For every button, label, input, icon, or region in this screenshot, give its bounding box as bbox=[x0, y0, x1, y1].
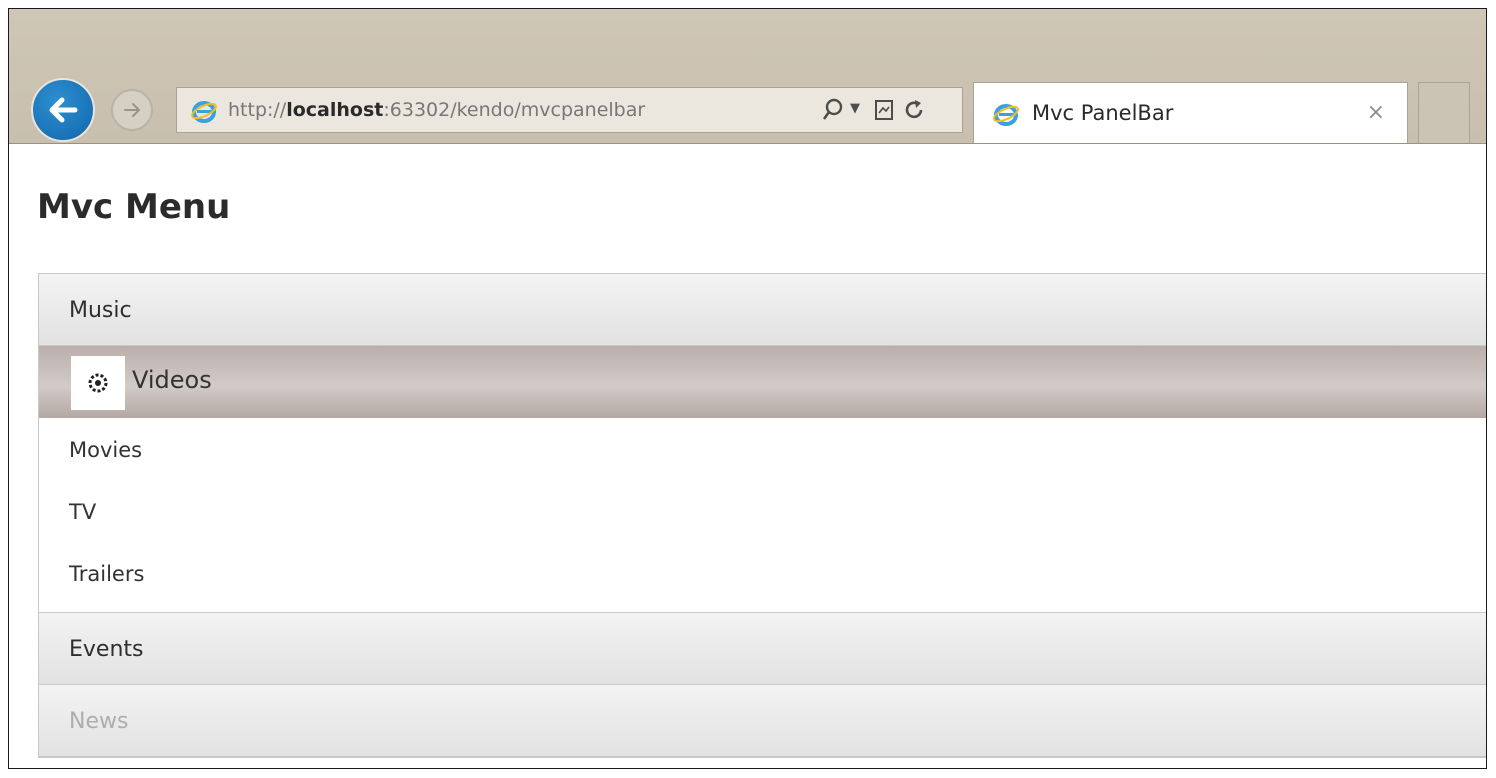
panelbar-subitem-label: Trailers bbox=[69, 562, 145, 586]
address-bar[interactable]: http://localhost:63302/kendo/mvcpanelbar… bbox=[176, 87, 963, 133]
panelbar-item-label: Events bbox=[69, 637, 144, 662]
browser-toolbar: http://localhost:63302/kendo/mvcpanelbar… bbox=[9, 9, 1486, 144]
panelbar-subitem-trailers[interactable]: Trailers bbox=[39, 544, 1486, 606]
address-tools: ▼ bbox=[822, 98, 957, 126]
tab-mvc-panelbar[interactable]: Mvc PanelBar × bbox=[973, 82, 1408, 143]
new-tab-button[interactable] bbox=[1418, 82, 1470, 143]
refresh-icon[interactable] bbox=[904, 98, 926, 127]
url-host: localhost bbox=[286, 99, 384, 121]
panelbar-subitem-label: Movies bbox=[69, 438, 143, 462]
back-arrow-icon bbox=[49, 97, 78, 123]
ie-logo-icon bbox=[993, 104, 1019, 126]
url-prefix: http:// bbox=[228, 99, 287, 121]
close-icon[interactable]: × bbox=[1367, 100, 1385, 125]
panelbar-group-videos: Movies TV Trailers bbox=[39, 418, 1486, 613]
panelbar-subitem-tv[interactable]: TV bbox=[39, 482, 1486, 544]
url-path: :63302/kendo/mvcpanelbar bbox=[383, 99, 646, 121]
browser-window: http://localhost:63302/kendo/mvcpanelbar… bbox=[8, 8, 1487, 769]
url-text[interactable]: http://localhost:63302/kendo/mvcpanelbar bbox=[228, 99, 645, 121]
back-button[interactable] bbox=[31, 78, 95, 142]
forward-arrow-icon bbox=[124, 103, 140, 117]
gear-icon bbox=[71, 356, 125, 410]
ie-logo-icon bbox=[191, 101, 217, 123]
panelbar-item-news: News bbox=[39, 685, 1486, 757]
panelbar-item-videos[interactable]: Videos bbox=[39, 346, 1486, 418]
chevron-down-icon[interactable]: ▼ bbox=[850, 101, 860, 116]
panelbar-item-label: Music bbox=[69, 298, 132, 323]
page-title: Mvc Menu bbox=[37, 187, 231, 227]
panelbar: Music Videos Movies TV Trailers Events N… bbox=[38, 273, 1486, 758]
panelbar-item-label: News bbox=[69, 709, 129, 734]
panelbar-item-events[interactable]: Events bbox=[39, 613, 1486, 685]
search-icon[interactable] bbox=[822, 98, 844, 127]
panelbar-item-label: Videos bbox=[132, 366, 212, 394]
tab-title: Mvc PanelBar bbox=[1032, 101, 1174, 125]
forward-button[interactable] bbox=[111, 89, 153, 131]
panelbar-subitem-label: TV bbox=[69, 500, 97, 524]
compatibility-view-icon[interactable] bbox=[874, 98, 894, 127]
panelbar-item-music[interactable]: Music bbox=[39, 274, 1486, 346]
panelbar-subitem-movies[interactable]: Movies bbox=[39, 420, 1486, 482]
